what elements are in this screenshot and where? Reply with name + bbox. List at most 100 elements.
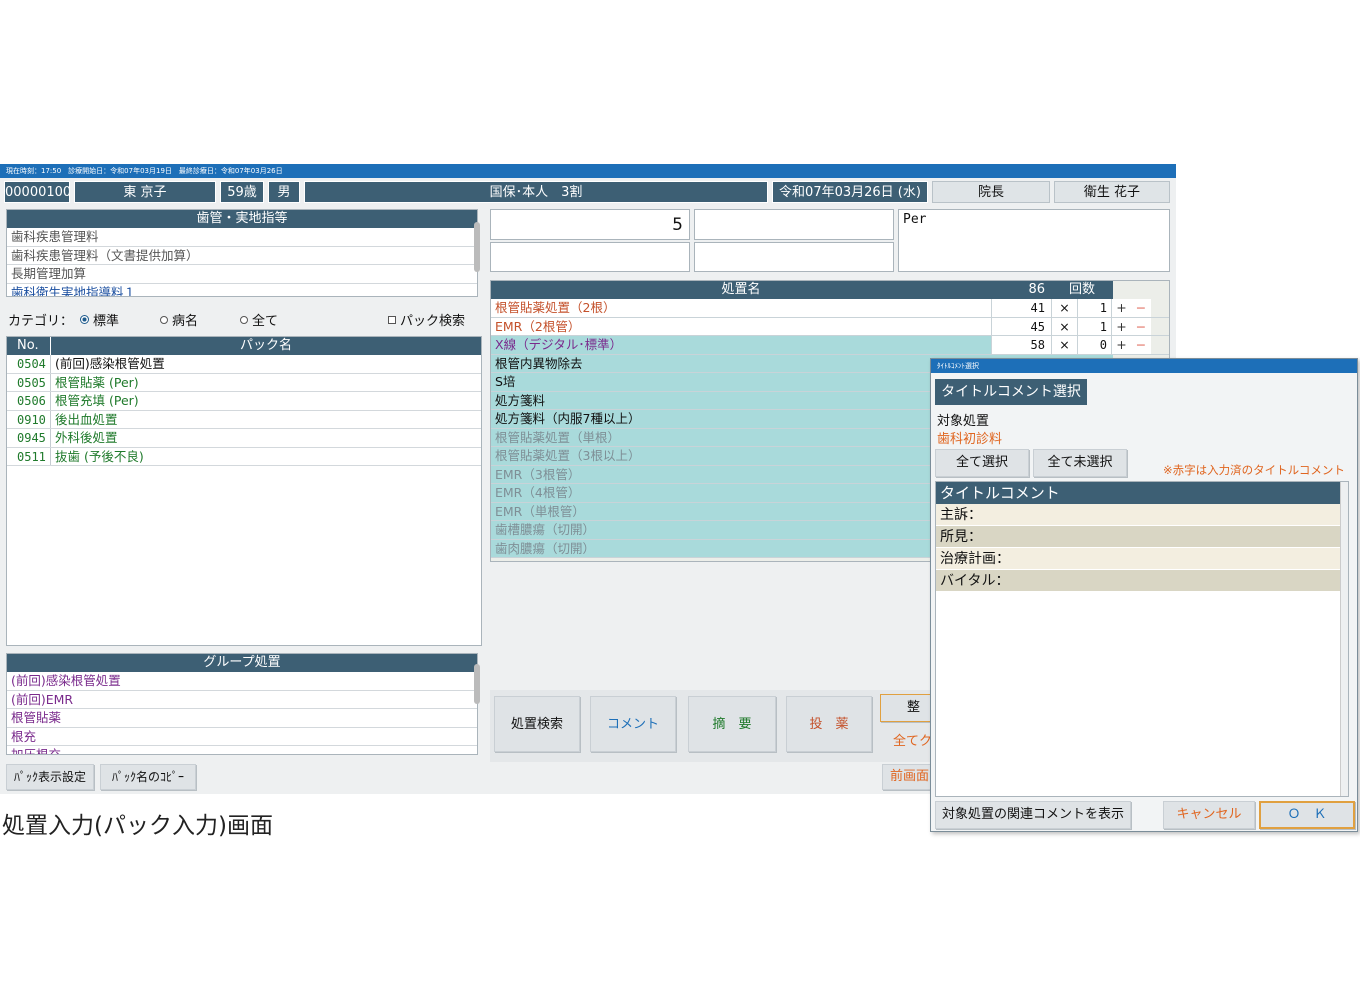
list-item[interactable]: 歯科疾患管理料 (7, 228, 477, 247)
comment-button[interactable]: コメント (590, 696, 676, 752)
col-no: No. (7, 337, 51, 355)
title-comment-select-button[interactable]: タイトルコメント選択 (935, 379, 1087, 405)
col-treatment-name: 処置名 (721, 282, 761, 297)
category-standard-radio[interactable]: 標準 (80, 310, 119, 329)
comment-item[interactable]: 治療計画： (936, 548, 1340, 570)
treatment-name: X線（デジタル･標準） (491, 336, 991, 354)
comment-item[interactable]: 所見： (936, 526, 1340, 548)
input-box[interactable] (490, 242, 690, 272)
list-item[interactable]: 加圧根充 (7, 746, 477, 754)
minus-button[interactable]: − (1131, 299, 1151, 317)
comment-item[interactable]: 主訴： (936, 504, 1340, 526)
arrange-button[interactable]: 整 (880, 694, 932, 722)
list-item[interactable]: 歯科疾患管理料（文書提供加算） (7, 247, 477, 265)
clear-all-button[interactable]: 全てク (884, 730, 932, 749)
treatment-row[interactable]: X線（デジタル･標準） 58 × 0 + − (491, 336, 1169, 355)
deselect-all-button[interactable]: 全て未選択 (1033, 449, 1127, 477)
pack-rows: 0504 (前回)感染根管処置 0505 根管貼薬 (Per) 0506 根管充填 (Pe… (7, 355, 481, 466)
pack-row[interactable]: 0504 (前回)感染根管処置 (7, 355, 481, 374)
hygienist-select[interactable]: 衛生 花子 (1054, 181, 1170, 203)
pack-row[interactable]: 0506 根管充填 (Per) (7, 392, 481, 411)
list-item[interactable]: 歯科衛生実地指導料１ (7, 284, 477, 297)
radio-icon (240, 315, 248, 324)
total-points: 86 (1028, 282, 1045, 297)
pack-name: 根管充填 (Per) (55, 393, 139, 408)
patient-age: 59歳 (220, 181, 264, 203)
group-header: グループ処置 (7, 654, 477, 672)
medication-button[interactable]: 投 薬 (786, 696, 872, 752)
list-item[interactable]: 根管貼薬 (7, 709, 477, 728)
checkbox-label: パック検索 (400, 314, 466, 329)
count[interactable]: 0 (1077, 336, 1111, 354)
input-box[interactable] (694, 242, 894, 272)
minus-button[interactable]: − (1131, 336, 1151, 354)
treatment-row[interactable]: 根管貼薬処置（2根） 41 × 1 + − (491, 299, 1169, 318)
select-all-button[interactable]: 全て選択 (935, 449, 1029, 477)
pack-search-checkbox[interactable]: パック検索 (388, 310, 465, 329)
show-related-comments-button[interactable]: 対象処置の関連コメントを表示 (935, 801, 1131, 829)
target-label: 対象処置 (937, 414, 990, 429)
times-icon: × (1051, 317, 1077, 335)
caption: 処置入力(パック入力)画面 (2, 813, 273, 839)
tooth-count-field[interactable]: 5 (490, 209, 690, 240)
pack-row[interactable]: 0505 根管貼薬 (Per) (7, 373, 481, 392)
dialog-title-bar: ﾀｲﾄﾙｺﾒﾝﾄ選択 (931, 359, 1357, 373)
times-icon: × (1051, 299, 1077, 317)
comment-item[interactable]: バイタル： (936, 570, 1340, 592)
pack-name: 抜歯 (予後不良) (55, 448, 144, 464)
list-header: タイトルコメント (936, 482, 1340, 504)
status-bar: 現在時刻：17:50 診療開始日：令和07年03月19日 最終診療日：令和07年… (0, 164, 1176, 178)
category-disease-radio[interactable]: 病名 (160, 310, 198, 329)
checkbox-icon (388, 315, 396, 324)
pack-row[interactable]: 0945 外科後処置 (7, 429, 481, 448)
patient-name: 東 京子 (74, 181, 216, 203)
pack-name: 外科後処置 (55, 430, 118, 445)
plus-button[interactable]: + (1111, 299, 1131, 317)
summary-button[interactable]: 摘 要 (688, 696, 776, 752)
list-item[interactable]: (前回)EMR (7, 691, 477, 709)
pack-settings-button[interactable]: ﾊﾟｯｸ表示設定 (6, 764, 94, 790)
pack-list: No. パック名 0504 (前回)感染根管処置 0505 根管貼薬 (Per) 050… (6, 336, 482, 646)
list-scrollbar[interactable] (1340, 482, 1348, 796)
radio-selected-icon (80, 315, 89, 324)
visit-date[interactable]: 令和07年03月26日 (水) (772, 181, 928, 203)
count[interactable]: 1 (1077, 317, 1111, 335)
points: 58 (991, 336, 1051, 354)
management-scrollbar[interactable] (474, 222, 480, 272)
doctor-select[interactable]: 院長 (932, 181, 1050, 203)
patient-sex: 男 (268, 181, 300, 203)
category-all-radio[interactable]: 全て (240, 310, 278, 329)
list-item[interactable]: 長期管理加算 (7, 265, 477, 284)
patient-id: 00000100 (4, 181, 70, 203)
list-item[interactable]: (前回)感染根管処置 (7, 672, 477, 691)
minus-button[interactable]: − (1131, 317, 1151, 335)
cancel-button[interactable]: キャンセル (1163, 801, 1255, 829)
points: 45 (991, 317, 1051, 335)
input-box[interactable] (694, 209, 894, 240)
pack-copy-button[interactable]: ﾊﾟｯｸ名のｺﾋﾟｰ (100, 764, 196, 790)
treatment-search-button[interactable]: 処置検索 (494, 696, 580, 752)
treatment-row[interactable]: EMR（2根管） 45 × 1 + − (491, 317, 1169, 336)
plus-button[interactable]: + (1111, 336, 1131, 354)
treatment-name: EMR（2根管） (491, 317, 991, 335)
pack-row[interactable]: 0511 抜歯 (予後不良) (7, 447, 481, 466)
pack-no: 0511 (7, 447, 51, 465)
pack-no: 0506 (7, 392, 51, 410)
col-pack-name: パック名 (239, 338, 292, 353)
group-scrollbar[interactable] (474, 664, 480, 704)
pack-name: 根管貼薬 (Per) (55, 374, 139, 390)
plus-button[interactable]: + (1111, 317, 1131, 335)
ok-button[interactable]: Ｏ Ｋ (1259, 801, 1355, 829)
pack-name: (前回)感染根管処置 (55, 356, 165, 371)
title-comment-dialog: ﾀｲﾄﾙｺﾒﾝﾄ選択 タイトルコメント選択 対象処置 歯科初診料 全て選択 全て… (930, 358, 1358, 832)
treatment-name: 根管貼薬処置（2根） (491, 299, 991, 317)
count[interactable]: 1 (1077, 299, 1111, 317)
memo-field[interactable]: Per (898, 209, 1170, 272)
radio-icon (160, 315, 168, 324)
list-item[interactable]: 根充 (7, 728, 477, 746)
times-icon: × (1051, 336, 1077, 354)
management-header: 歯管・実地指等 (7, 210, 477, 228)
pack-row[interactable]: 0910 後出血処置 (7, 410, 481, 429)
prev-screen-button[interactable]: 前画面 (882, 764, 932, 790)
pack-name: 後出血処置 (55, 411, 118, 427)
